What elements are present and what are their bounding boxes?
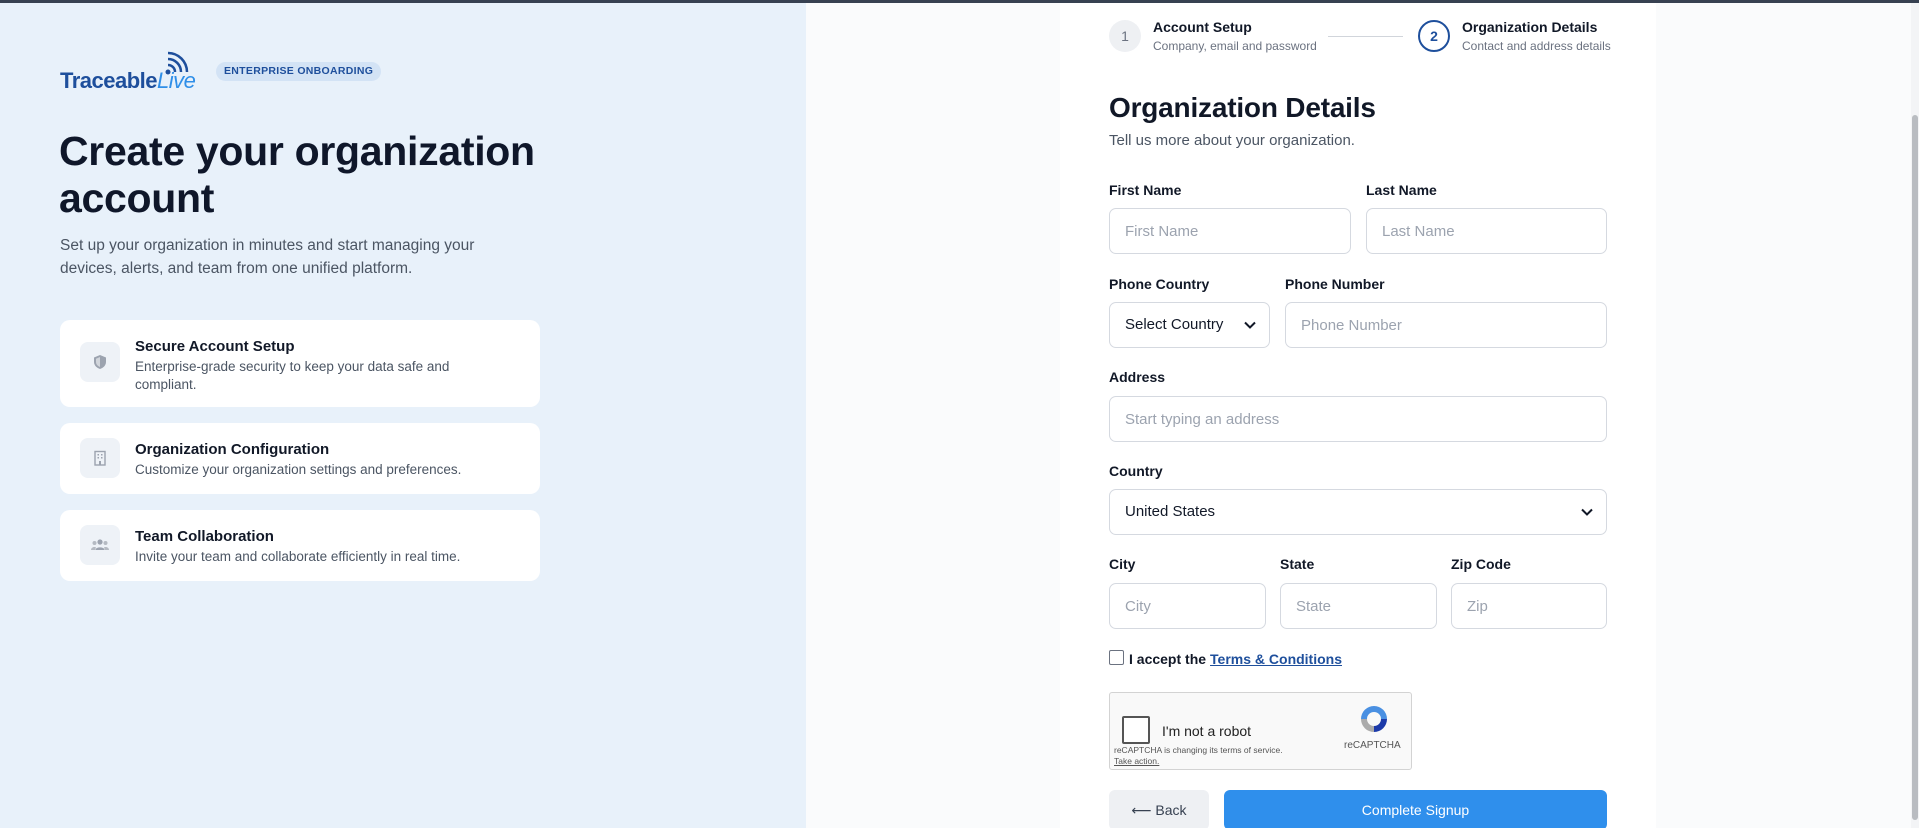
signal-waves-icon	[165, 51, 189, 75]
feature-title: Team Collaboration	[135, 528, 274, 545]
form-title: Organization Details	[1109, 92, 1376, 123]
address-input[interactable]	[1109, 396, 1607, 442]
step-2-subtitle: Contact and address details	[1462, 39, 1611, 53]
feature-title: Secure Account Setup	[135, 338, 295, 355]
phone-country-label: Phone Country	[1109, 276, 1210, 292]
zip-code-input[interactable]	[1451, 583, 1607, 629]
terms-link[interactable]: Terms & Conditions	[1210, 651, 1342, 667]
country-select[interactable]: United States	[1109, 489, 1607, 535]
hero-title: Create your organization account	[59, 128, 535, 221]
feature-title: Organization Configuration	[135, 441, 330, 458]
step-2-indicator: 2	[1418, 20, 1450, 52]
phone-number-input[interactable]	[1285, 302, 1607, 348]
city-label: City	[1109, 556, 1136, 572]
feature-card-team-collaboration: Team Collaboration Invite your team and …	[60, 510, 540, 581]
scrollbar-thumb[interactable]	[1912, 115, 1918, 820]
recaptcha-checkbox[interactable]	[1122, 716, 1150, 744]
city-input[interactable]	[1109, 583, 1266, 629]
step-1-title: Account Setup	[1153, 19, 1252, 35]
feature-description: Invite your team and collaborate efficie…	[135, 549, 461, 564]
last-name-input[interactable]	[1366, 208, 1607, 254]
terms-row: I accept the Terms & Conditions	[1109, 649, 1342, 667]
recaptcha-label: I'm not a robot	[1162, 723, 1252, 739]
feature-card-organization-config: Organization Configuration Customize you…	[60, 423, 540, 494]
left-panel	[0, 3, 806, 828]
traceablelive-logo: TraceableLive	[60, 50, 200, 93]
recaptcha-take-action-link[interactable]: Take action.	[1114, 756, 1283, 767]
zip-code-label: Zip Code	[1451, 556, 1511, 572]
recaptcha-note: reCAPTCHA is changing its terms of servi…	[1114, 745, 1283, 767]
first-name-input[interactable]	[1109, 208, 1351, 254]
step-1-subtitle: Company, email and password	[1153, 39, 1317, 53]
complete-signup-button[interactable]: Complete Signup	[1224, 790, 1607, 828]
first-name-label: First Name	[1109, 182, 1182, 198]
feature-card-secure-account: Secure Account Setup Enterprise-grade se…	[60, 320, 540, 407]
terms-label: I accept the	[1129, 651, 1207, 667]
recaptcha-brand: reCAPTCHA	[1344, 740, 1401, 751]
chevron-down-icon	[1581, 508, 1593, 516]
hero-subtitle: Set up your organization in minutes and …	[60, 237, 475, 277]
last-name-label: Last Name	[1366, 182, 1437, 198]
recaptcha-logo-icon	[1361, 706, 1387, 732]
step-2-title: Organization Details	[1462, 19, 1598, 35]
state-label: State	[1280, 556, 1315, 572]
country-label: Country	[1109, 463, 1163, 479]
users-icon	[80, 525, 120, 565]
chevron-down-icon	[1244, 321, 1256, 329]
stepper-connector	[1328, 36, 1403, 37]
country-value: United States	[1125, 503, 1216, 520]
phone-country-select[interactable]: Select Country	[1109, 302, 1270, 348]
terms-checkbox[interactable]	[1109, 649, 1124, 665]
shield-icon	[80, 342, 120, 382]
state-input[interactable]	[1280, 583, 1437, 629]
phone-number-label: Phone Number	[1285, 276, 1385, 292]
recaptcha-widget: I'm not a robot reCAPTCHA reCAPTCHA is c…	[1109, 692, 1412, 770]
form-subtitle: Tell us more about your organization.	[1109, 132, 1355, 149]
back-button[interactable]: ⟵ Back	[1109, 790, 1209, 828]
address-label: Address	[1109, 369, 1166, 385]
phone-country-value: Select Country	[1125, 316, 1224, 333]
building-icon	[80, 438, 120, 478]
feature-description: Enterprise-grade security to keep your d…	[135, 359, 450, 392]
feature-description: Customize your organization settings and…	[135, 462, 462, 477]
enterprise-onboarding-badge: ENTERPRISE ONBOARDING	[216, 62, 382, 81]
step-1-indicator: 1	[1109, 20, 1141, 52]
